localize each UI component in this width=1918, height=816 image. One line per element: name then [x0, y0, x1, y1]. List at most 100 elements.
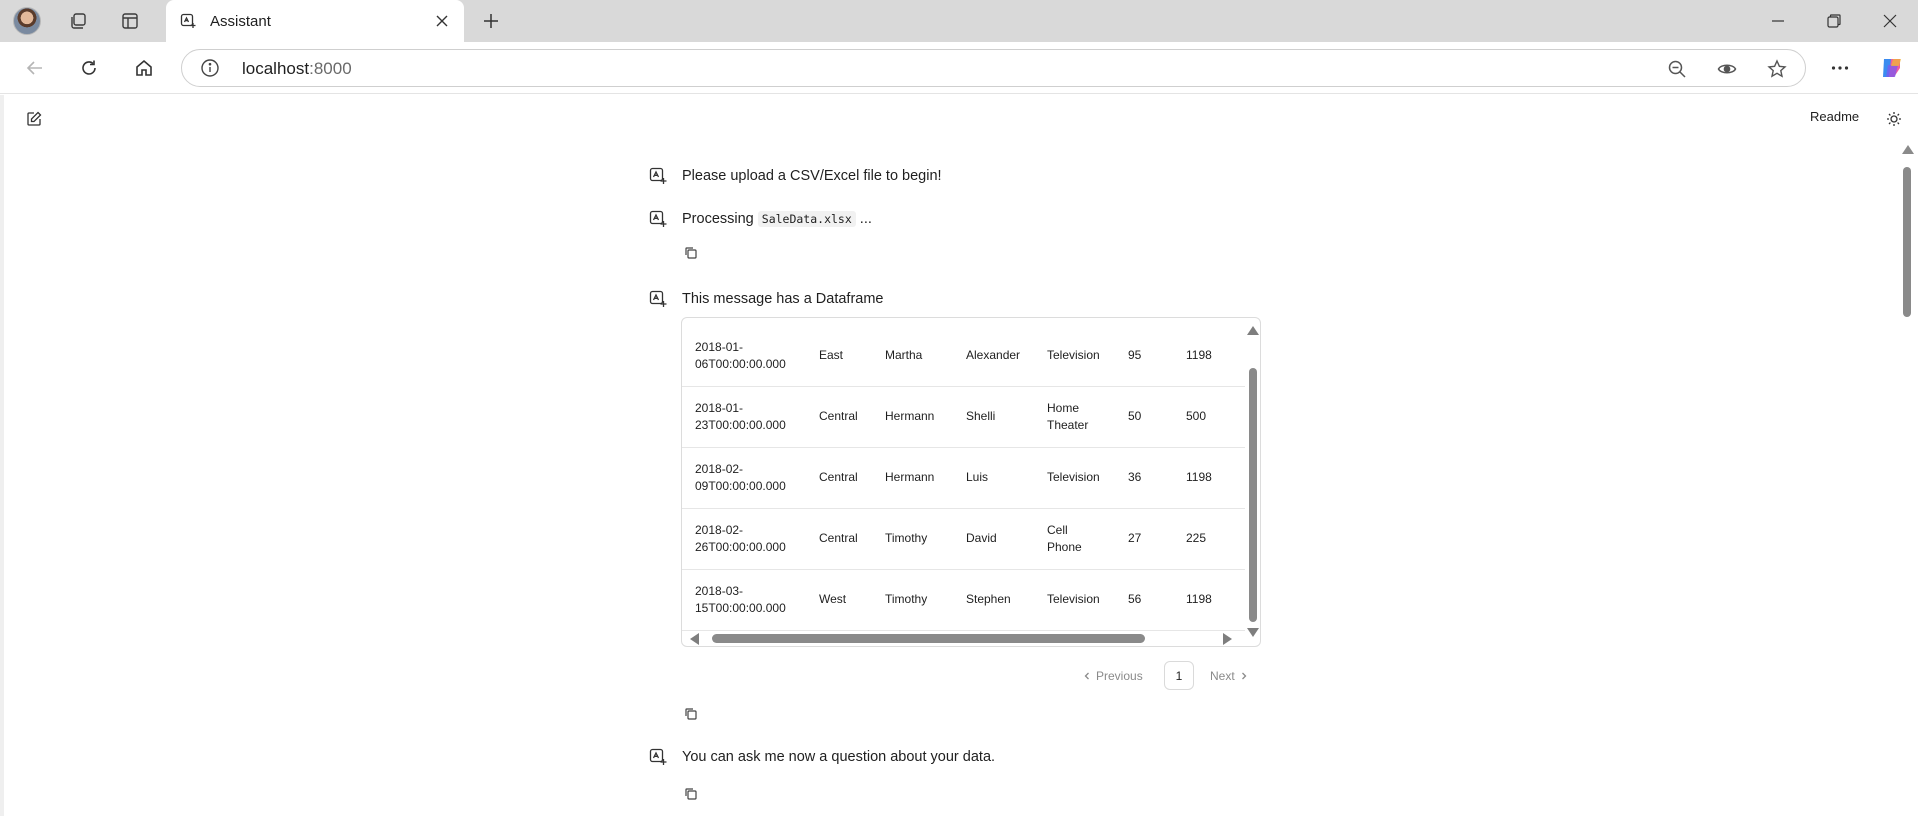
more-options-icon[interactable]	[1822, 50, 1858, 86]
copy-icon[interactable]	[683, 706, 699, 722]
scroll-down-arrow-icon[interactable]	[1247, 628, 1259, 637]
cell-date: 2018-02- 26T00:00:00.000	[695, 522, 786, 556]
site-info-icon[interactable]	[200, 58, 220, 78]
cell-units: 95	[1128, 348, 1142, 362]
copy-icon[interactable]	[683, 786, 699, 802]
next-page-button[interactable]: Next	[1210, 662, 1249, 690]
cell-manager: Hermann	[885, 470, 935, 484]
cell-date-line1: 2018-02-	[695, 462, 744, 476]
cell-item-line1: Television	[1047, 470, 1100, 484]
browser-toolbar: localhost:8000	[0, 42, 1918, 94]
filename-code: SaleData.xlsx	[757, 211, 856, 227]
cell-region: Central	[819, 409, 858, 423]
page-scrollbar-thumb[interactable]	[1903, 167, 1911, 317]
page-scrollbar[interactable]	[1900, 145, 1914, 816]
message-text: This message has a Dataframe	[682, 291, 884, 307]
cell-unit-price: 225	[1186, 531, 1207, 545]
cell-date: 2018-01- 06T00:00:00.000	[695, 339, 786, 373]
message-text: Please upload a CSV/Excel file to begin!	[682, 168, 942, 184]
chat-app: Readme Please upload a CSV/Excel file to…	[0, 95, 1918, 816]
cell-item-line2: Phone	[1047, 540, 1082, 554]
home-icon[interactable]	[126, 50, 162, 86]
cell-salesman: Stephen	[966, 592, 1011, 606]
favorite-star-icon[interactable]	[1765, 57, 1789, 81]
cell-region: Central	[819, 470, 858, 484]
close-window-icon[interactable]	[1862, 0, 1918, 42]
scroll-right-arrow-icon[interactable]	[1223, 633, 1232, 645]
table-row: 2018-01- 06T00:00:00.000 East Martha Alexand…	[682, 326, 1245, 387]
readme-button[interactable]: Readme	[1810, 109, 1859, 124]
scroll-up-arrow-icon[interactable]	[1902, 145, 1914, 154]
cell-salesman: Luis	[966, 470, 989, 484]
message-text: Processing SaleData.xlsx ...	[682, 211, 872, 227]
cell-item-line1: Home	[1047, 401, 1080, 415]
url-text: localhost:8000	[242, 59, 352, 78]
cell-region: East	[819, 348, 844, 362]
eye-icon[interactable]	[1715, 57, 1739, 81]
cell-manager: Timothy	[885, 592, 928, 606]
assistant-tab-icon	[178, 11, 198, 31]
assistant-avatar-icon	[649, 290, 669, 310]
restore-icon[interactable]	[1806, 0, 1862, 42]
dataframe-horizontal-scrollbar[interactable]	[682, 629, 1245, 646]
cell-item-line1: Television	[1047, 348, 1100, 362]
tab-title: Assistant	[210, 12, 271, 30]
cell-item-line1: Television	[1047, 592, 1100, 606]
cell-item-line1: Cell	[1047, 523, 1068, 537]
cell-units: 50	[1128, 409, 1142, 423]
dataframe-vertical-scrollbar[interactable]	[1245, 318, 1260, 646]
cell-date-line2: 09T00:00:00.000	[695, 479, 786, 493]
chevron-right-icon	[1241, 672, 1247, 680]
scroll-left-arrow-icon[interactable]	[690, 633, 699, 645]
cell-region: Central	[819, 531, 858, 545]
dataframe-table[interactable]: 2018-01- 06T00:00:00.000 East Martha Alexand…	[681, 317, 1261, 647]
cell-manager: Martha	[885, 348, 923, 362]
cell-units: 27	[1128, 531, 1142, 545]
theme-toggle-icon[interactable]	[1882, 107, 1906, 131]
new-tab-icon[interactable]	[475, 5, 507, 37]
cell-date-line1: 2018-01-	[695, 340, 744, 354]
copilot-icon[interactable]	[1874, 50, 1910, 86]
table-row: 2018-01- 23T00:00:00.000 Central Hermann She…	[682, 387, 1245, 448]
cell-item: Television	[1047, 347, 1100, 364]
address-bar[interactable]: localhost:8000	[181, 49, 1806, 87]
table-row: 2018-02- 09T00:00:00.000 Central Hermann Lui…	[682, 448, 1245, 509]
collections-icon[interactable]	[60, 5, 96, 37]
table-row: 2018-03- 15T00:00:00.000 West Timothy Stephe…	[682, 570, 1245, 631]
new-chat-edit-icon[interactable]	[22, 107, 46, 131]
message-text: You can ask me now a question about your…	[682, 749, 996, 765]
profile-avatar[interactable]	[13, 7, 41, 35]
cell-date-line1: 2018-03-	[695, 584, 744, 598]
cell-item-line2: Theater	[1047, 418, 1089, 432]
assistant-avatar-icon	[649, 748, 669, 768]
table-row: 2018-02- 26T00:00:00.000 Central Timothy Dav…	[682, 509, 1245, 570]
tab-assistant[interactable]: Assistant	[166, 0, 464, 42]
cell-salesman: Alexander	[966, 348, 1021, 362]
horizontal-scrollbar-thumb[interactable]	[712, 634, 1145, 643]
vertical-tabs-icon[interactable]	[112, 5, 148, 37]
zoom-out-icon[interactable]	[1665, 57, 1689, 81]
chevron-left-icon	[1084, 672, 1089, 680]
cell-unit-price: 1198	[1186, 470, 1212, 484]
cell-date-line2: 15T00:00:00.000	[695, 601, 786, 615]
scroll-up-arrow-icon[interactable]	[1247, 326, 1259, 335]
cell-date-line2: 23T00:00:00.000	[695, 418, 786, 432]
cell-item: Home Theater	[1047, 400, 1088, 434]
cell-date: 2018-03- 15T00:00:00.000	[695, 583, 786, 617]
minimize-icon[interactable]	[1750, 0, 1806, 42]
cell-salesman: David	[966, 531, 997, 545]
previous-page-button[interactable]: Previous	[1082, 662, 1143, 690]
cell-salesman: Shelli	[966, 409, 996, 423]
cell-unit-price: 1198	[1186, 348, 1212, 362]
close-tab-icon[interactable]	[428, 7, 456, 35]
cell-units: 56	[1128, 592, 1142, 606]
back-icon[interactable]	[17, 50, 53, 86]
page-number-1[interactable]: 1	[1164, 661, 1194, 690]
cell-date-line2: 06T00:00:00.000	[695, 357, 786, 371]
refresh-icon[interactable]	[71, 50, 107, 86]
cell-date-line2: 26T00:00:00.000	[695, 540, 786, 554]
vertical-scrollbar-thumb[interactable]	[1249, 368, 1257, 622]
copy-icon[interactable]	[683, 245, 699, 261]
cell-date: 2018-01- 23T00:00:00.000	[695, 400, 786, 434]
browser-tab-bar: Assistant	[0, 0, 1918, 42]
